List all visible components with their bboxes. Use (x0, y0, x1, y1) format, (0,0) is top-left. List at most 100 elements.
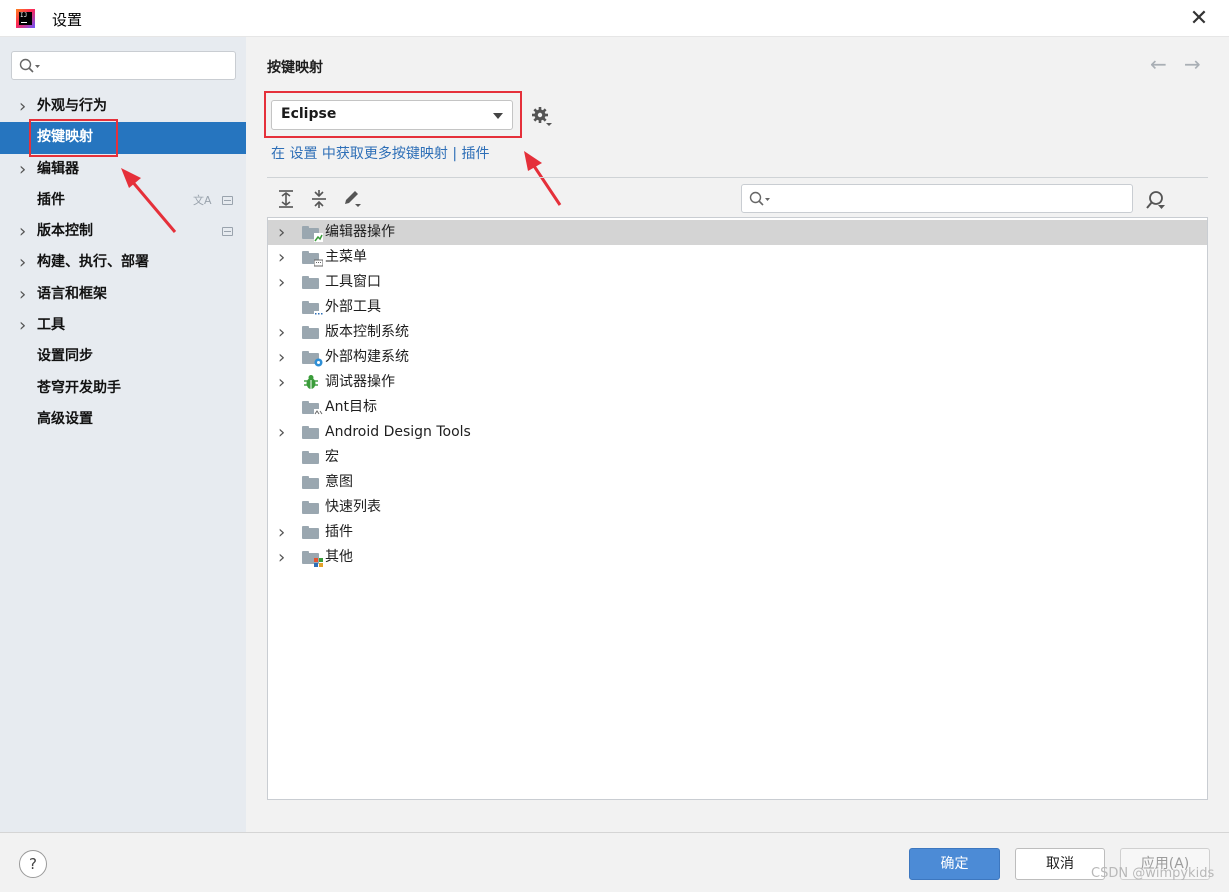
tree-row[interactable]: › 版本控制系统 (268, 320, 1207, 345)
chevron-right-icon[interactable]: › (278, 545, 285, 570)
chevron-right-icon[interactable]: › (278, 420, 285, 445)
get-more-keymaps-link-line: 在 设置 中获取更多按键映射 | 插件 (271, 143, 490, 163)
sidebar-item[interactable]: › 语言和框架 (0, 279, 246, 310)
translate-icon: 文A (193, 193, 212, 207)
link-middle: 中获取更多按键映射 (321, 146, 448, 162)
close-icon[interactable]: ✕ (1186, 6, 1212, 32)
tree-row[interactable]: 外部工具 (268, 295, 1207, 320)
expand-all-icon[interactable] (276, 189, 296, 209)
folder-icon (302, 401, 323, 416)
tree-row-label: 外部工具 (325, 299, 381, 315)
keymap-panel: 按键映射 ← → Eclipse 在 设置 中获取更多按键映射 | 插件 › 编… (246, 37, 1229, 832)
tree-row-label: 外部构建系统 (325, 349, 409, 365)
keymap-search-input[interactable] (741, 184, 1133, 213)
chevron-right-icon[interactable]: › (278, 370, 285, 395)
tree-row[interactable]: › 编辑器操作 (268, 220, 1207, 245)
tree-row[interactable]: 宏 (268, 445, 1207, 470)
sidebar-item[interactable]: › 工具 (0, 310, 246, 341)
tree-row[interactable]: › 工具窗口 (268, 270, 1207, 295)
tree-row[interactable]: › 插件 (268, 520, 1207, 545)
folder-icon (302, 251, 323, 267)
folder-icon (302, 476, 320, 489)
keymap-action-tree: › 编辑器操作 › 主菜单 › 工具窗口 外部工具 › 版本控制系统 › 外部构建系统 › 调试器操作 A… (267, 217, 1208, 800)
tree-row-label: 工具窗口 (325, 274, 381, 290)
sidebar-item[interactable]: 高级设置 (0, 404, 246, 435)
sidebar-item-label: 插件 (37, 191, 65, 208)
folder-icon (302, 276, 320, 289)
chevron-right-icon[interactable]: › (19, 216, 26, 247)
sidebar-item[interactable]: 苍穹开发助手 (0, 373, 246, 404)
sidebar-search-input[interactable] (11, 51, 236, 80)
sidebar-item-label: 苍穹开发助手 (37, 379, 121, 396)
folder-icon (302, 301, 323, 316)
sidebar-item-label: 高级设置 (37, 410, 93, 427)
tree-row[interactable]: 意图 (268, 470, 1207, 495)
sidebar-item-label: 构建、执行、部署 (37, 254, 149, 271)
folder-icon (302, 226, 323, 242)
find-by-shortcut-icon[interactable] (1145, 189, 1167, 211)
tree-row[interactable]: › 其他 (268, 545, 1207, 570)
folder-icon (302, 501, 320, 514)
folder-icon (302, 351, 323, 367)
tree-row-label: 其他 (325, 549, 353, 565)
chevron-right-icon[interactable]: › (19, 279, 26, 310)
chevron-right-icon[interactable]: › (278, 245, 285, 270)
tree-row[interactable]: › 外部构建系统 (268, 345, 1207, 370)
forward-arrow-icon[interactable]: → (1184, 52, 1201, 76)
folder-icon (302, 451, 320, 464)
chevron-right-icon[interactable]: › (278, 520, 285, 545)
dialog-footer: ? 确定 取消 应用(A) (0, 832, 1229, 892)
chevron-right-icon[interactable]: › (278, 220, 285, 245)
settings-link[interactable]: 设置 (289, 146, 317, 162)
settings-scope-icon (222, 195, 233, 205)
bug-icon (304, 375, 318, 389)
settings-scope-icon (222, 227, 233, 237)
help-button[interactable]: ? (19, 850, 47, 878)
tree-row-label: 版本控制系统 (325, 324, 409, 340)
annotation-arrow-sidebar (121, 168, 177, 233)
tree-row-label: 调试器操作 (325, 374, 395, 390)
section-divider (267, 177, 1208, 178)
folder-icon (302, 426, 320, 439)
sidebar-item[interactable]: › 构建、执行、部署 (0, 247, 246, 278)
chevron-right-icon[interactable]: › (278, 345, 285, 370)
gear-icon[interactable] (531, 106, 553, 128)
back-arrow-icon[interactable]: ← (1150, 52, 1167, 76)
sidebar-item-label: 工具 (37, 317, 65, 334)
sidebar-item-label: 版本控制 (37, 223, 93, 240)
tree-row-label: 快速列表 (325, 499, 381, 515)
annotation-box-sidebar (29, 119, 118, 157)
chevron-right-icon[interactable]: › (19, 91, 26, 122)
plugins-link[interactable]: 插件 (462, 146, 490, 162)
chevron-right-icon[interactable]: › (19, 310, 26, 341)
tree-row-label: Ant目标 (325, 399, 377, 415)
chevron-right-icon[interactable]: › (278, 320, 285, 345)
sidebar-item[interactable]: › 外观与行为 (0, 91, 246, 122)
search-icon (749, 191, 770, 206)
chevron-right-icon[interactable]: › (19, 247, 26, 278)
folder-icon (302, 551, 323, 567)
ok-button[interactable]: 确定 (909, 848, 1000, 880)
tree-row[interactable]: Ant目标 (268, 395, 1207, 420)
tree-row-label: 意图 (325, 474, 353, 490)
intellij-app-icon: IJ (16, 9, 35, 28)
sidebar-item-label: 设置同步 (37, 348, 93, 365)
collapse-all-icon[interactable] (309, 189, 329, 209)
annotation-box-keymap (264, 91, 522, 138)
tree-row[interactable]: › 主菜单 (268, 245, 1207, 270)
link-separator: | (452, 146, 458, 162)
chevron-right-icon[interactable]: › (278, 270, 285, 295)
folder-icon (302, 526, 320, 539)
watermark: CSDN @wimpykids (1091, 866, 1215, 881)
sidebar-item-label: 外观与行为 (37, 98, 107, 114)
search-icon (19, 58, 40, 73)
tree-row-label: 宏 (325, 449, 339, 465)
tree-row-label: Android Design Tools (325, 424, 471, 440)
tree-row[interactable]: › Android Design Tools (268, 420, 1207, 445)
tree-row[interactable]: › 调试器操作 (268, 370, 1207, 395)
tree-row[interactable]: 快速列表 (268, 495, 1207, 520)
sidebar-item[interactable]: 设置同步 (0, 341, 246, 372)
title-bar: IJ 设置 ✕ (0, 0, 1229, 37)
chevron-right-icon[interactable]: › (19, 154, 26, 185)
edit-icon[interactable] (342, 189, 362, 209)
